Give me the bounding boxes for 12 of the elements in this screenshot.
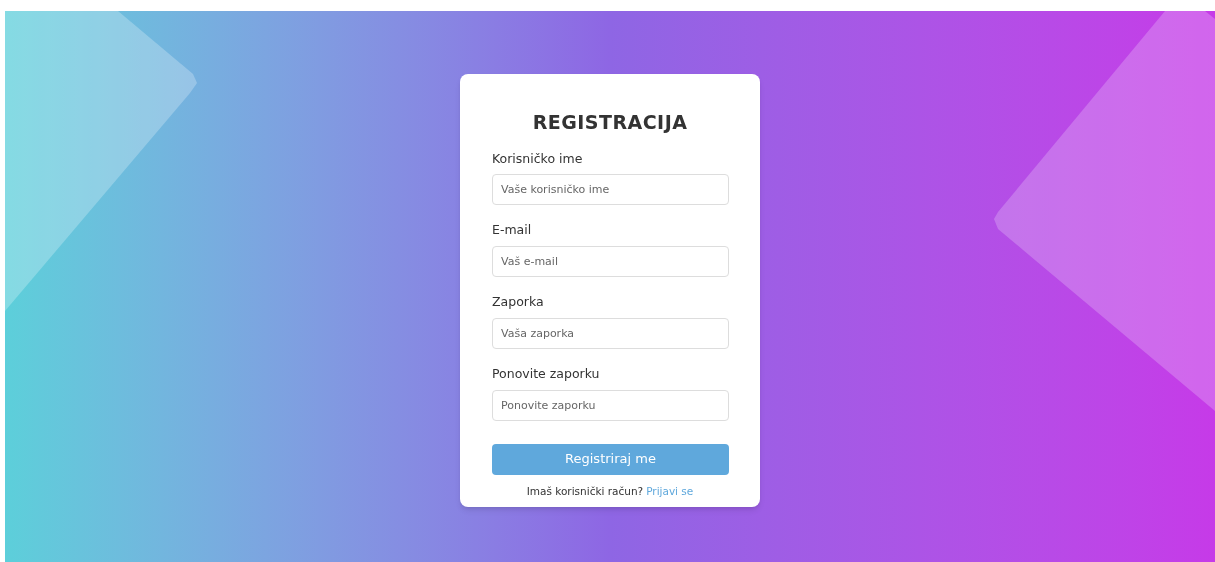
footer-text: Imaš korisnički račun?: [526, 483, 644, 499]
field-label: Ponovite zaporku: [492, 364, 601, 383]
login-link[interactable]: Prijavi se: [646, 483, 694, 500]
field-label: E-mail: [492, 221, 533, 240]
field-label: Korisničko ime: [492, 149, 584, 168]
register-button[interactable]: Registriraj me: [492, 443, 729, 475]
input-field[interactable]: Vaše korisničko ime: [492, 174, 729, 206]
field-label: Zaporka: [492, 293, 545, 311]
form-title: REGISTRACIJA: [531, 110, 689, 135]
input-field[interactable]: Vaša zaporka: [492, 317, 729, 349]
input-field[interactable]: Ponovite zaporku: [492, 389, 729, 421]
input-field[interactable]: Vaš e-mail: [492, 246, 729, 277]
